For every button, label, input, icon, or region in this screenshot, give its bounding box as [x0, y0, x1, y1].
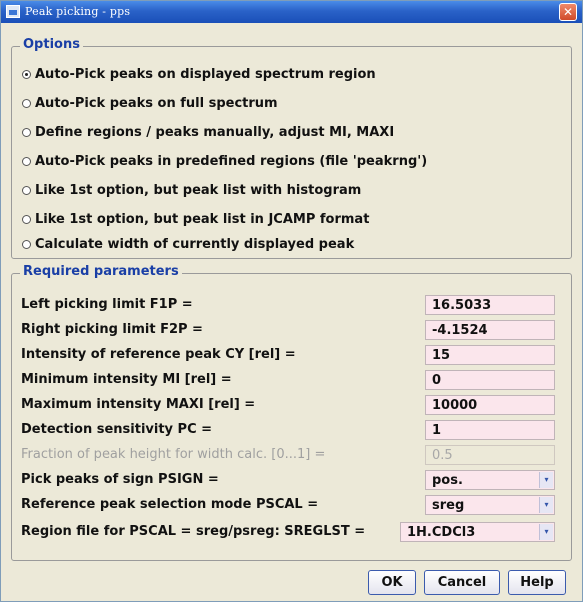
param-label: Right picking limit F2P =	[21, 322, 203, 337]
param-label: Detection sensitivity PC =	[21, 422, 213, 437]
pscal-select[interactable]: sreg ▾	[425, 495, 555, 515]
option-label: Like 1st option, but peak list in JCAMP …	[35, 211, 370, 227]
maxi-input[interactable]: 10000	[425, 395, 555, 415]
param-row-pscal: Reference peak selection mode PSCAL = sr…	[15, 494, 559, 516]
param-row-width-fraction: Fraction of peak height for width calc. …	[15, 444, 559, 466]
radio-icon[interactable]	[22, 127, 31, 137]
param-row-cy: Intensity of reference peak CY [rel] = 1…	[15, 344, 559, 366]
param-label: Reference peak selection mode PSCAL =	[21, 497, 319, 512]
option-predefined-regions[interactable]: Auto-Pick peaks in predefined regions (f…	[22, 151, 427, 171]
param-row-psign: Pick peaks of sign PSIGN = pos. ▾	[15, 469, 559, 491]
psign-select[interactable]: pos. ▾	[425, 470, 555, 490]
option-label: Auto-Pick peaks on displayed spectrum re…	[35, 66, 376, 82]
radio-icon[interactable]	[22, 69, 31, 79]
param-label: Minimum intensity MI [rel] =	[21, 372, 232, 387]
radio-icon[interactable]	[22, 98, 31, 108]
window-icon	[6, 5, 20, 18]
width-fraction-input: 0.5	[425, 445, 555, 465]
param-label: Intensity of reference peak CY [rel] =	[21, 347, 296, 362]
param-row-mi: Minimum intensity MI [rel] = 0	[15, 369, 559, 391]
pc-input[interactable]: 1	[425, 420, 555, 440]
option-label: Auto-Pick peaks in predefined regions (f…	[35, 153, 428, 169]
option-label: Like 1st option, but peak list with hist…	[35, 182, 362, 198]
window-title: Peak picking - pps	[25, 5, 131, 18]
option-label: Define regions / peaks manually, adjust …	[35, 124, 395, 140]
options-group-title: Options	[20, 37, 83, 52]
option-full-spectrum[interactable]: Auto-Pick peaks on full spectrum	[22, 93, 278, 113]
close-button[interactable]: ✕	[559, 3, 577, 21]
chevron-down-icon[interactable]: ▾	[539, 524, 553, 540]
param-row-f1p: Left picking limit F1P = 16.5033	[15, 294, 559, 316]
f1p-input[interactable]: 16.5033	[425, 295, 555, 315]
sreglst-value: 1H.CDCl3	[407, 525, 476, 540]
chevron-down-icon[interactable]: ▾	[539, 472, 553, 488]
psign-value: pos.	[432, 473, 463, 488]
param-row-maxi: Maximum intensity MAXI [rel] = 10000	[15, 394, 559, 416]
mi-input[interactable]: 0	[425, 370, 555, 390]
param-row-sreglst: Region file for PSCAL = sreg/psreg: SREG…	[15, 521, 559, 543]
chevron-down-icon[interactable]: ▾	[539, 497, 553, 513]
param-label: Fraction of peak height for width calc. …	[21, 447, 326, 462]
option-displayed-region[interactable]: Auto-Pick peaks on displayed spectrum re…	[22, 64, 376, 84]
parameters-group-title: Required parameters	[20, 264, 182, 279]
param-row-f2p: Right picking limit F2P = -4.1524	[15, 319, 559, 341]
required-parameters-group: Required parameters	[11, 264, 572, 561]
pscal-value: sreg	[432, 498, 465, 513]
cy-input[interactable]: 15	[425, 345, 555, 365]
option-peak-width[interactable]: Calculate width of currently displayed p…	[22, 234, 354, 254]
radio-icon[interactable]	[22, 214, 31, 224]
help-button[interactable]: Help	[508, 570, 566, 595]
param-label: Left picking limit F1P =	[21, 297, 193, 312]
option-jcamp[interactable]: Like 1st option, but peak list in JCAMP …	[22, 209, 369, 229]
option-manual-regions[interactable]: Define regions / peaks manually, adjust …	[22, 122, 394, 142]
title-bar[interactable]: Peak picking - pps ✕	[1, 1, 582, 23]
peak-picking-dialog: Peak picking - pps ✕ Options Auto-Pick p…	[0, 0, 583, 602]
f2p-input[interactable]: -4.1524	[425, 320, 555, 340]
sreglst-select[interactable]: 1H.CDCl3 ▾	[400, 522, 555, 542]
option-histogram[interactable]: Like 1st option, but peak list with hist…	[22, 180, 361, 200]
ok-button[interactable]: OK	[368, 570, 416, 595]
option-label: Calculate width of currently displayed p…	[35, 236, 355, 252]
radio-icon[interactable]	[22, 239, 31, 249]
radio-icon[interactable]	[22, 156, 31, 166]
option-label: Auto-Pick peaks on full spectrum	[35, 95, 278, 111]
options-group: Options Auto-Pick peaks on displayed spe…	[11, 37, 572, 259]
radio-icon[interactable]	[22, 185, 31, 195]
param-label: Pick peaks of sign PSIGN =	[21, 472, 219, 487]
param-row-pc: Detection sensitivity PC = 1	[15, 419, 559, 441]
param-label: Region file for PSCAL = sreg/psreg: SREG…	[21, 524, 366, 539]
param-label: Maximum intensity MAXI [rel] =	[21, 397, 256, 412]
cancel-button[interactable]: Cancel	[424, 570, 500, 595]
